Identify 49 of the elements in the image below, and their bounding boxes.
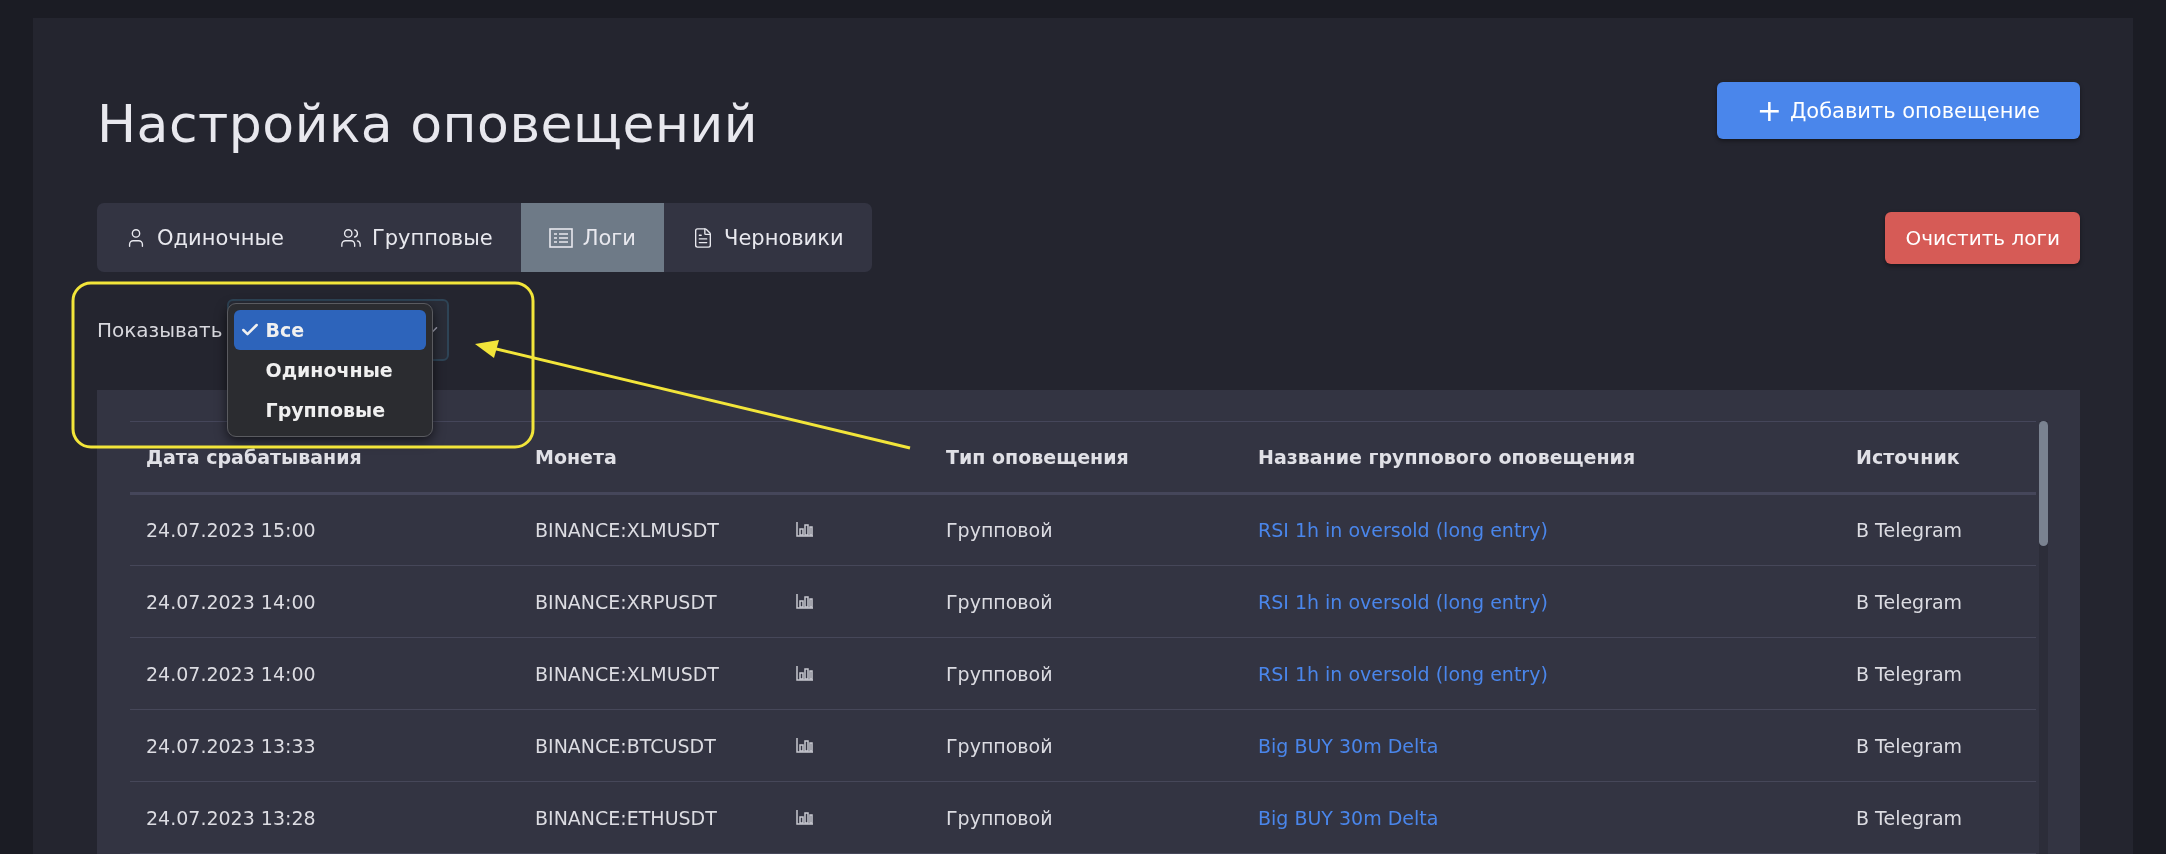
page-title: Настройка оповещений — [97, 94, 759, 154]
table-cell: BINANCE:XLMUSDT — [519, 493, 780, 566]
table-cell: Групповой — [930, 781, 1242, 854]
tab[interactable]: Одиночные — [97, 203, 312, 272]
alert-name-link[interactable]: Big BUY 30m Delta — [1258, 806, 1439, 829]
alert-name-link[interactable]: Big BUY 30m Delta — [1258, 734, 1439, 757]
table-cell: В Telegram — [1840, 565, 2036, 638]
table-cell: BINANCE:ETHUSDT — [519, 781, 780, 854]
document-icon — [692, 226, 714, 249]
scrollbar-thumb[interactable] — [2039, 421, 2048, 546]
column-header: Название группового оповещения — [1242, 421, 1840, 494]
filter-label: Показывать — [97, 318, 223, 342]
bar-chart-icon[interactable] — [796, 808, 814, 825]
add-alert-button[interactable]: + Добавить оповещение — [1716, 82, 2080, 139]
alert-name-link[interactable]: RSI 1h in oversold (long entry) — [1258, 519, 1548, 541]
table-cell: BINANCE:BTCUSDT — [519, 709, 780, 782]
column-header: Источник — [1840, 421, 2036, 494]
clear-logs-button[interactable]: Очистить логи — [1885, 211, 2080, 264]
tab[interactable]: Черновики — [664, 203, 872, 272]
column-header: Дата срабатывания — [130, 421, 519, 494]
table-cell: 24.07.2023 13:33 — [130, 709, 519, 782]
bar-chart-icon[interactable] — [796, 592, 814, 609]
tab[interactable]: Групповые — [311, 203, 521, 272]
table-cell: 24.07.2023 14:00 — [130, 637, 519, 710]
table-cell: В Telegram — [1840, 709, 2036, 782]
list-icon — [548, 227, 573, 248]
bar-chart-icon[interactable] — [796, 664, 814, 681]
bar-chart-icon[interactable] — [796, 521, 814, 537]
table-cell: Групповой — [930, 709, 1242, 782]
table-cell: В Telegram — [1840, 637, 2036, 710]
dropdown-option[interactable]: Все — [233, 310, 426, 350]
table-cell: В Telegram — [1840, 781, 2036, 854]
bar-chart-icon[interactable] — [796, 736, 814, 753]
table-cell: 24.07.2023 14:00 — [130, 565, 519, 638]
alert-name-link[interactable]: RSI 1h in oversold (long entry) — [1258, 590, 1548, 613]
column-header: Монета — [519, 421, 780, 494]
dropdown-option[interactable]: Одиночные — [233, 350, 426, 390]
column-header: Тип оповещения — [930, 421, 1242, 494]
table-cell: 24.07.2023 15:00 — [130, 493, 519, 566]
alert-name-link[interactable]: RSI 1h in oversold (long entry) — [1258, 662, 1548, 685]
table-cell: 24.07.2023 13:28 — [130, 781, 519, 854]
table-cell: В Telegram — [1840, 493, 2036, 566]
table-cell: Групповой — [930, 637, 1242, 710]
table-cell: Групповой — [930, 493, 1242, 566]
users-icon — [339, 226, 362, 249]
table-cell: BINANCE:XRPUSDT — [519, 565, 780, 638]
tab[interactable]: Логи — [520, 203, 664, 272]
table-cell: BINANCE:XLMUSDT — [519, 637, 780, 710]
table-cell: Групповой — [930, 565, 1242, 638]
